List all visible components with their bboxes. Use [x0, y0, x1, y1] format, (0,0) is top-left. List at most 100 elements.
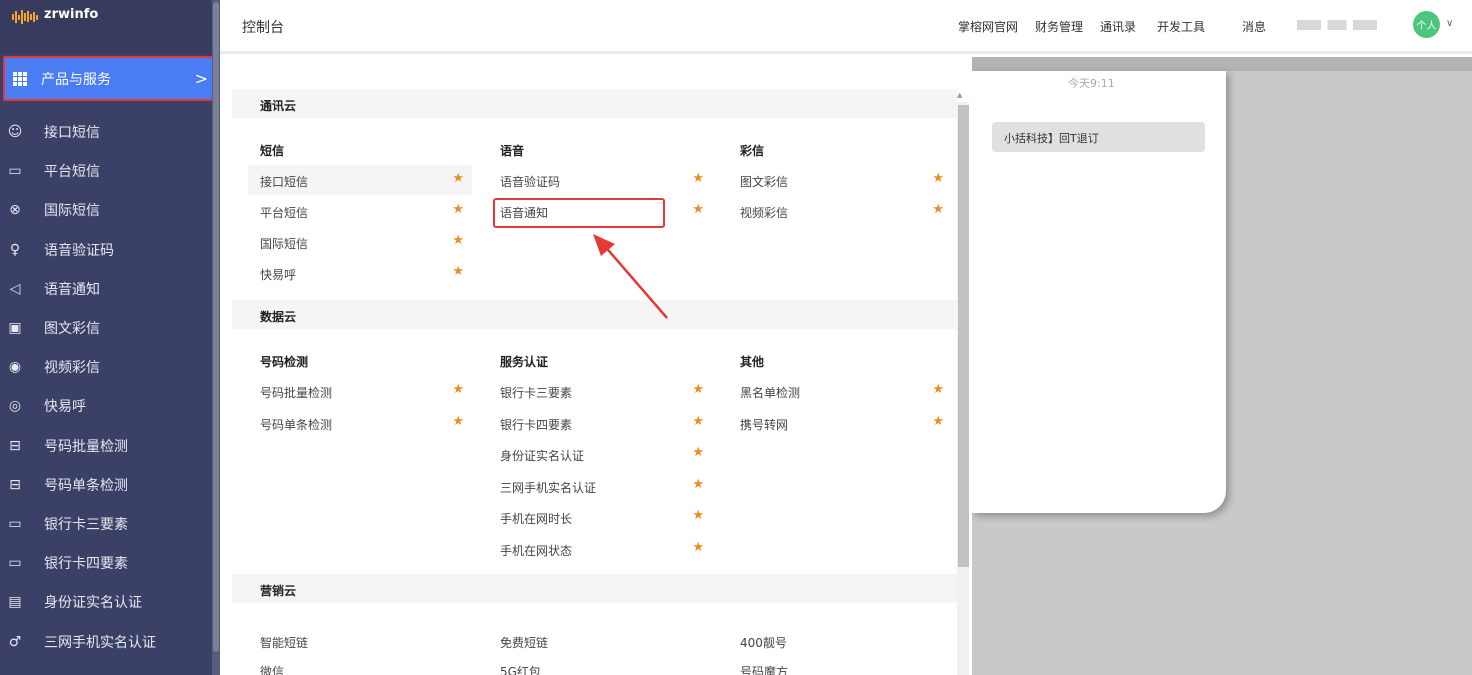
product-item[interactable]: 免费短链	[500, 634, 548, 651]
user-check-icon: ♂	[8, 633, 22, 650]
star-icon[interactable]: ★	[932, 414, 944, 429]
product-label: 快易呼	[260, 268, 297, 282]
sidebar-item-label: 银行卡三要素	[44, 517, 128, 533]
sidebar-item[interactable]: ▤ 身份证实名认证	[0, 582, 212, 622]
products-flyout-panel: 通讯云 短信 接口短信 ★ 平台短信 ★ 国际短信 ★ 快易呼 ★ 语音 语音验证码 ★ 语音通知 ★ 彩信图…	[220, 57, 972, 675]
product-item[interactable]: 国际短信 ★	[248, 227, 472, 257]
sidebar-item-label: 产品与服务	[41, 71, 111, 88]
column-header: 服务认证	[500, 355, 549, 369]
star-icon[interactable]: ★	[692, 382, 704, 397]
chevron-down-icon[interactable]: ∨	[1446, 18, 1453, 29]
sidebar-item-label: 号码批量检测	[44, 438, 128, 455]
sidebar-item-label: 图文彩信	[44, 321, 100, 337]
sidebar-item[interactable]: ◁ 语音通知	[0, 269, 212, 309]
product-label: 身份证实名认证	[500, 449, 585, 463]
star-icon[interactable]: ★	[932, 171, 944, 186]
scan-icon: ⊟	[9, 476, 21, 493]
sidebar-scrollbar[interactable]	[212, 0, 220, 675]
message-icon: ▭	[8, 163, 22, 180]
product-item[interactable]: 手机在网状态 ★	[488, 534, 712, 564]
star-icon[interactable]: ★	[692, 202, 704, 217]
star-icon[interactable]: ★	[452, 264, 464, 279]
product-item[interactable]: 三网手机实名认证 ★	[488, 471, 712, 501]
product-item[interactable]: 手机在网时长 ★	[488, 502, 712, 532]
top-link-dev-tools[interactable]: 开发工具	[1157, 18, 1205, 35]
star-icon[interactable]: ★	[692, 477, 704, 492]
product-label: 国际短信	[260, 237, 309, 251]
top-link-official-site[interactable]: 掌榕网官网	[958, 18, 1018, 35]
product-item[interactable]: 号码批量检测 ★	[248, 376, 472, 406]
product-item[interactable]: 携号转网 ★	[728, 408, 952, 438]
sidebar-item[interactable]: ⊗ 国际短信	[0, 190, 212, 230]
star-icon[interactable]: ★	[692, 540, 704, 555]
flyout-scrollbar-thumb[interactable]	[958, 105, 969, 567]
star-icon[interactable]: ★	[452, 382, 464, 397]
product-label: 图文彩信	[740, 175, 789, 189]
product-item[interactable]: 黑名单检测 ★	[728, 376, 952, 406]
sidebar-item[interactable]: ▭ 银行卡四要素	[0, 543, 212, 583]
background-strip	[972, 57, 1472, 71]
sidebar-item[interactable]: ☺ 接口短信	[0, 112, 212, 152]
product-item[interactable]: 银行卡四要素 ★	[488, 408, 712, 438]
avatar[interactable]: 个人	[1413, 11, 1440, 38]
product-item[interactable]: 号码单条检测 ★	[248, 408, 472, 438]
product-item[interactable]: 400靓号	[740, 634, 787, 651]
sidebar-scrollbar-thumb[interactable]	[213, 2, 219, 652]
sidebar-item[interactable]: ⊟ 号码批量检测	[0, 426, 212, 466]
star-icon[interactable]: ★	[452, 171, 464, 186]
product-item[interactable]: 微信	[260, 663, 284, 675]
sidebar-item[interactable]: ◉ 视频彩信	[0, 347, 212, 387]
product-item[interactable]: 图文彩信 ★	[728, 165, 952, 195]
logo-text: zrwinfo	[44, 7, 99, 22]
product-item[interactable]: 接口短信 ★	[248, 165, 472, 195]
star-icon[interactable]: ★	[692, 508, 704, 523]
star-icon[interactable]: ★	[932, 382, 944, 397]
annotation-highlight-box	[493, 198, 665, 228]
product-item[interactable]: 语音验证码 ★	[488, 165, 712, 195]
product-label: 平台短信	[260, 206, 309, 220]
product-item[interactable]: 平台短信 ★	[248, 196, 472, 226]
product-label: 三网手机实名认证	[500, 480, 597, 495]
star-icon[interactable]: ★	[452, 202, 464, 217]
star-icon[interactable]: ★	[452, 414, 464, 429]
card-icon: ▭	[8, 555, 22, 572]
sidebar-item-products[interactable]: 产品与服务 >	[3, 56, 216, 101]
sidebar-item[interactable]: ⊟ 号码单条检测	[0, 465, 212, 505]
phone-preview: 今天9:11 小括科技】回T退订	[972, 71, 1226, 513]
top-link-finance[interactable]: 财务管理	[1035, 18, 1083, 35]
sidebar-item-label: 平台短信	[44, 164, 100, 181]
product-item[interactable]: 银行卡三要素 ★	[488, 376, 712, 406]
star-icon[interactable]: ★	[692, 445, 704, 460]
product-label: 视频彩信	[740, 206, 789, 220]
star-icon[interactable]: ★	[452, 233, 464, 248]
star-icon[interactable]: ★	[692, 414, 704, 429]
product-label: 携号转网	[740, 417, 789, 432]
logo-bar: zrwinfo	[0, 0, 212, 54]
sidebar-item-label: 语音验证码	[44, 242, 114, 259]
product-item[interactable]: 视频彩信 ★	[728, 196, 952, 226]
product-label: 号码单条检测	[260, 417, 333, 432]
star-icon[interactable]: ★	[692, 171, 704, 186]
product-item[interactable]: 智能短链	[260, 634, 308, 651]
sidebar-item[interactable]: ♀ 语音验证码	[0, 230, 212, 270]
sidebar-item[interactable]: ▭ 平台短信	[0, 151, 212, 191]
sidebar-item[interactable]: ▣ 图文彩信	[0, 308, 212, 348]
column-header: 彩信	[740, 144, 765, 158]
top-link-messages[interactable]: 消息	[1242, 18, 1266, 35]
message-time: 今天9:11	[1068, 77, 1115, 90]
speaker-icon: ◁	[9, 280, 21, 297]
product-item[interactable]: 5G红包	[500, 663, 541, 675]
top-bar: 控制台 掌榕网官网 财务管理 通讯录 开发工具 消息 个人 ∨	[220, 0, 1472, 54]
scroll-up-icon[interactable]: ▲	[957, 91, 962, 99]
sidebar-item[interactable]: ▭ 银行卡三要素	[0, 504, 212, 544]
product-item[interactable]: 快易呼 ★	[248, 258, 472, 288]
sidebar-item[interactable]: ◎ 快易呼	[0, 386, 212, 426]
product-label: 黑名单检测	[740, 386, 801, 400]
top-link-contacts[interactable]: 通讯录	[1100, 18, 1136, 35]
product-item[interactable]: 号码魔方	[740, 663, 788, 675]
product-item[interactable]: 身份证实名认证 ★	[488, 439, 712, 469]
microphone-icon: ♀	[9, 241, 21, 258]
id-card-icon: ▤	[8, 594, 22, 611]
star-icon[interactable]: ★	[932, 202, 944, 217]
sidebar-item[interactable]: ♂ 三网手机实名认证	[0, 622, 212, 662]
